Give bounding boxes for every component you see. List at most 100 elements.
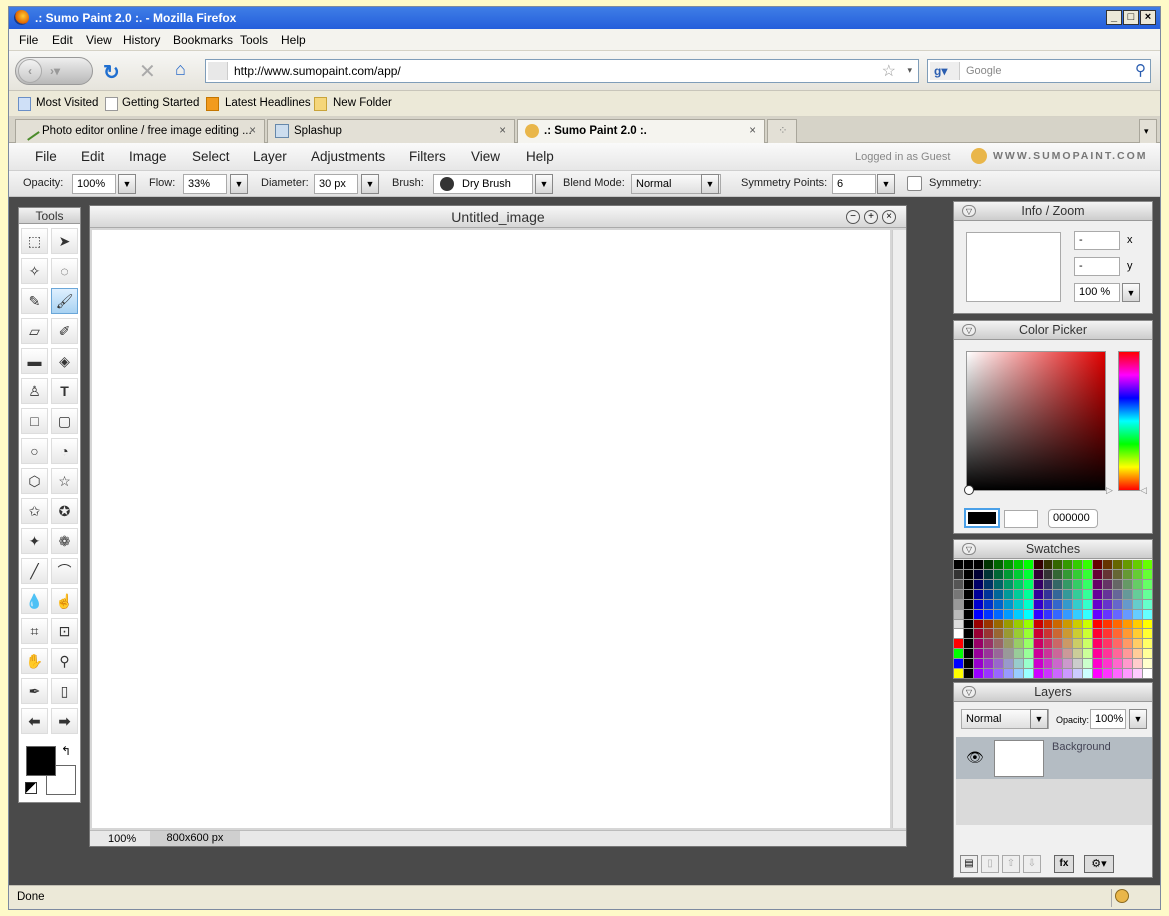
app-menu-edit[interactable]: Edit (81, 149, 104, 164)
swatch-cell[interactable] (1063, 619, 1073, 629)
opacity-field[interactable]: 100% (72, 174, 116, 194)
swatch-cell[interactable] (963, 589, 973, 599)
swatch-cell[interactable] (1053, 619, 1063, 629)
swatch-cell[interactable] (973, 639, 983, 649)
swatch-cell[interactable] (983, 649, 993, 659)
swatch-cell[interactable] (1093, 629, 1103, 639)
flow-dropdown[interactable]: ▼ (230, 174, 248, 194)
swatch-cell[interactable] (1143, 589, 1152, 599)
layers-header[interactable]: ▽ Layers (954, 683, 1152, 702)
swatch-cell[interactable] (1143, 639, 1152, 649)
swatch-cell[interactable] (1023, 619, 1033, 629)
stop-icon[interactable]: ✕ (139, 59, 156, 84)
polygon-tool-icon[interactable]: ⬡ (21, 468, 48, 494)
default-colors-icon[interactable] (25, 782, 37, 794)
swatch-cell[interactable] (963, 619, 973, 629)
swatch-cell[interactable] (1043, 569, 1053, 579)
rounded-rect-tool-icon[interactable]: ▢ (51, 408, 78, 434)
swatch-cell[interactable] (1063, 639, 1073, 649)
hand-tool-icon[interactable]: ✋ (21, 648, 48, 674)
swatch-cell[interactable] (1023, 599, 1033, 609)
swatch-cell[interactable] (1123, 599, 1133, 609)
swatches-header[interactable]: ▽ Swatches (954, 540, 1152, 559)
swatch-cell[interactable] (1003, 599, 1013, 609)
swatch-cell[interactable] (1033, 649, 1043, 659)
swatch-cell[interactable] (1143, 560, 1152, 569)
swatch-cell[interactable] (954, 579, 963, 589)
pie-tool-icon[interactable]: ◔ (51, 438, 78, 464)
flow-field[interactable]: 33% (183, 174, 227, 194)
swatch-cell[interactable] (1073, 659, 1083, 669)
swatch-cell[interactable] (1133, 560, 1143, 569)
swatch-cell[interactable] (1103, 609, 1113, 619)
swatch-cell[interactable] (1093, 579, 1103, 589)
zoom-dropdown[interactable]: ▼ (1122, 283, 1140, 302)
swatch-cell[interactable] (1023, 629, 1033, 639)
swatch-cell[interactable] (954, 560, 963, 569)
ellipse-tool-icon[interactable]: ○ (21, 438, 48, 464)
opacity-dropdown[interactable]: ▼ (118, 174, 136, 194)
swatch-cell[interactable] (1073, 639, 1083, 649)
color-picker-header[interactable]: ▽ Color Picker (954, 321, 1152, 340)
swatch-cell[interactable] (1103, 569, 1113, 579)
swatch-cell[interactable] (993, 589, 1003, 599)
menu-file[interactable]: File (19, 33, 38, 47)
swatch-cell[interactable] (973, 659, 983, 669)
swatch-cell[interactable] (1033, 589, 1043, 599)
swatch-cell[interactable] (1013, 619, 1023, 629)
swatch-cell[interactable] (1133, 629, 1143, 639)
swatch-cell[interactable] (973, 609, 983, 619)
primary-color-box[interactable] (964, 508, 1000, 528)
pencil-tool-icon[interactable]: ✎ (21, 288, 48, 314)
swatch-cell[interactable] (954, 639, 963, 649)
swatch-cell[interactable] (1083, 619, 1093, 629)
swatch-cell[interactable] (973, 619, 983, 629)
swatch-cell[interactable] (993, 659, 1003, 669)
swatch-cell[interactable] (1013, 599, 1023, 609)
swatch-cell[interactable] (1083, 609, 1093, 619)
transform-tool-icon[interactable]: ⊡ (51, 618, 78, 644)
brand-logo[interactable]: WWW.SUMOPAINT.COM (993, 150, 1148, 162)
swatch-cell[interactable] (973, 589, 983, 599)
swatch-cell[interactable] (1083, 659, 1093, 669)
url-bar[interactable]: http://www.sumopaint.com/app/ ☆ ▾ (205, 59, 919, 83)
swatch-cell[interactable] (1053, 609, 1063, 619)
swatch-cell[interactable] (1123, 659, 1133, 669)
blur-tool-icon[interactable]: 💧 (21, 588, 48, 614)
fill-tool-icon[interactable]: ◈ (51, 348, 78, 374)
swatch-cell[interactable] (1063, 629, 1073, 639)
maximize-button[interactable]: □ (1123, 10, 1139, 25)
login-status[interactable]: Logged in as Guest (855, 151, 950, 163)
swatch-cell[interactable] (1113, 609, 1123, 619)
visibility-eye-icon[interactable]: 👁 (966, 749, 984, 766)
swatch-cell[interactable] (1043, 560, 1053, 569)
burst-tool-icon[interactable]: ✪ (51, 498, 78, 524)
swatch-cell[interactable] (1023, 579, 1033, 589)
diameter-field[interactable]: 30 px (314, 174, 358, 194)
swatch-cell[interactable] (1093, 609, 1103, 619)
tab-splashup[interactable]: Splashup × (267, 119, 515, 143)
layer-blend-dropdown[interactable]: ▼ (1030, 709, 1048, 729)
swatch-cell[interactable] (1043, 579, 1053, 589)
home-icon[interactable]: ⌂ (175, 59, 186, 80)
swatch-cell[interactable] (954, 609, 963, 619)
swatch-cell[interactable] (983, 659, 993, 669)
swatch-cell[interactable] (1123, 589, 1133, 599)
swatch-cell[interactable] (1073, 560, 1083, 569)
swatch-cell[interactable] (1093, 669, 1103, 678)
swatch-cell[interactable] (1093, 619, 1103, 629)
swatch-cell[interactable] (1113, 619, 1123, 629)
swatch-cell[interactable] (1083, 560, 1093, 569)
brush-field[interactable]: Dry Brush (433, 174, 533, 194)
swatch-cell[interactable] (1113, 629, 1123, 639)
swatch-cell[interactable] (1023, 569, 1033, 579)
swatch-cell[interactable] (1003, 569, 1013, 579)
color-field-cursor[interactable] (964, 485, 974, 495)
swatch-cell[interactable] (1133, 639, 1143, 649)
hex-color-field[interactable]: 000000 (1048, 509, 1098, 528)
url-text[interactable]: http://www.sumopaint.com/app/ (234, 64, 401, 78)
swatch-cell[interactable] (1033, 599, 1043, 609)
swatch-cell[interactable] (1053, 629, 1063, 639)
swatch-cell[interactable] (1083, 639, 1093, 649)
move-layer-down-icon[interactable]: ⇩ (1023, 855, 1041, 873)
